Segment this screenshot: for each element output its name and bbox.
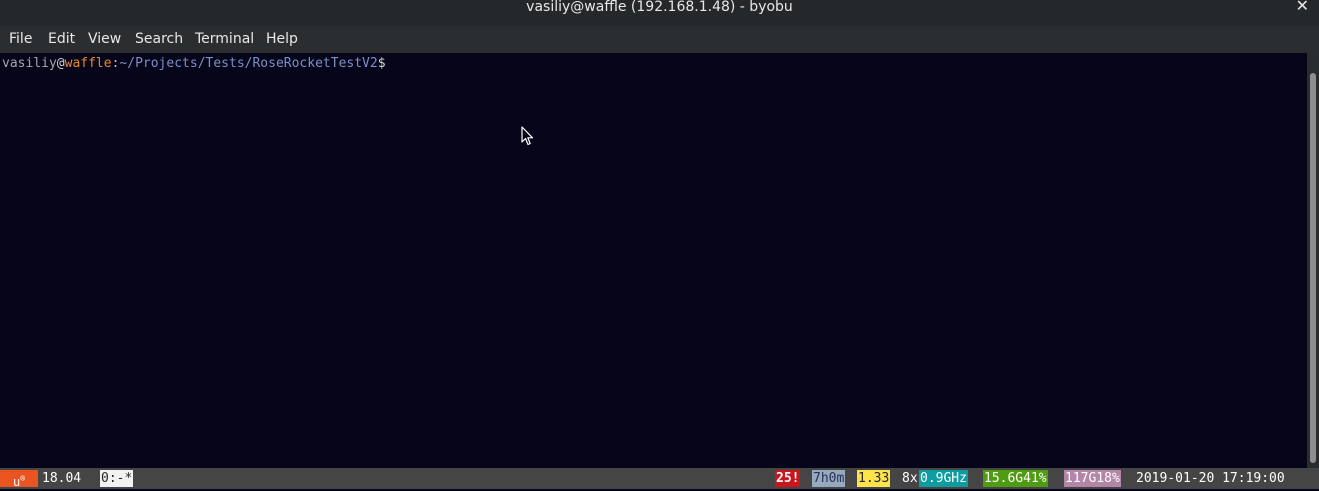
menu-help[interactable]: Help	[266, 31, 298, 47]
memory-usage: 15.6G41%	[983, 470, 1048, 487]
menu-search[interactable]: Search	[135, 31, 183, 47]
menu-terminal[interactable]: Terminal	[195, 31, 254, 47]
cpu-frequency: 0.9GHz	[919, 470, 968, 487]
close-icon[interactable]: ✕	[1296, 0, 1309, 14]
prompt-host: waffle	[64, 56, 112, 71]
prompt-symbol: $	[377, 56, 386, 71]
uptime: 7h0m	[812, 470, 846, 487]
date-time: 2019-01-20 17:19:00	[1136, 471, 1285, 486]
terminal-output[interactable]: vasiliy@waffle:~/Projects/Tests/RoseRock…	[0, 53, 1307, 468]
release-version: 18.04	[42, 471, 82, 486]
load-average: 1.33	[857, 470, 891, 487]
prompt-path: ~/Projects/Tests/RoseRocketTestV2	[119, 56, 378, 71]
ubuntu-logo-icon: u®	[0, 470, 38, 489]
menu-edit[interactable]: Edit	[48, 31, 75, 47]
prompt-at: @	[56, 56, 65, 71]
scrollbar-thumb[interactable]	[1310, 73, 1316, 463]
menu-file[interactable]: File	[9, 31, 32, 47]
byobu-statusbar: u® 18.04 0:-* 25! 7h0m 1.33 8x 0.9GHz 15…	[0, 468, 1319, 489]
terminal-scrollbar[interactable]	[1307, 53, 1319, 468]
shell-prompt: vasiliy@waffle:~/Projects/Tests/RoseRock…	[2, 56, 386, 71]
mouse-pointer-icon	[521, 126, 534, 146]
prompt-user: vasiliy	[2, 56, 57, 71]
cpu-count: 8x	[902, 471, 918, 486]
menu-view[interactable]: View	[88, 31, 121, 47]
disk-usage: 117G18%	[1064, 470, 1121, 487]
updates-available: 25!	[775, 470, 801, 487]
menu-bar: File Edit View Search Terminal Help	[0, 26, 1319, 53]
window-tab[interactable]: 0:-*	[100, 470, 134, 487]
window-title: vasiliy@waffle (192.168.1.48) - byobu	[526, 0, 793, 15]
window-titlebar: vasiliy@waffle (192.168.1.48) - byobu ✕	[0, 0, 1319, 26]
